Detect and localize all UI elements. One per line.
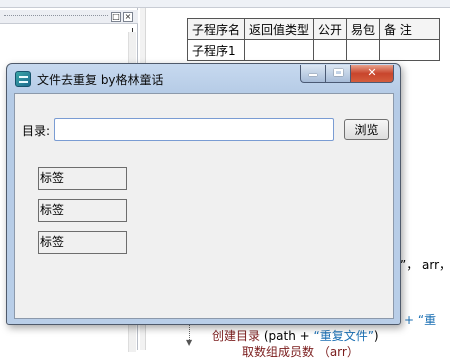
code-paren: ): [373, 329, 379, 343]
table-header: 易包: [346, 18, 381, 40]
minimize-icon: [309, 74, 317, 76]
app-icon: [15, 71, 31, 87]
dialog-title: 文件去重复 by格林童话: [37, 73, 164, 87]
table-cell[interactable]: [313, 39, 348, 61]
window-controls: ✕: [300, 65, 394, 83]
code-fragment: ”， arr，: [400, 258, 450, 272]
close-button[interactable]: ✕: [351, 65, 394, 83]
ide-toolbar: [0, 0, 450, 8]
code-string: “重复文件”: [313, 329, 374, 343]
table-cell[interactable]: [244, 39, 315, 61]
panel-grip: [4, 15, 108, 17]
code-line: 取数组成员数 （arr）: [242, 345, 359, 359]
arrow-down-icon: ▼: [186, 338, 193, 347]
code-args: (path +: [260, 329, 314, 343]
code-line: 创建目录 (path + “重复文件”): [212, 327, 379, 344]
tag-label-2: 标签: [38, 199, 127, 222]
table-header-row: 子程序名 返回值类型 公开 易包 备 注: [186, 18, 441, 40]
tag-label-3: 标签: [38, 231, 127, 254]
code-fragment: + “重: [404, 311, 436, 328]
code-function-name: 创建目录: [212, 329, 261, 343]
maximize-icon: [333, 69, 343, 76]
browse-button[interactable]: 浏览: [344, 119, 389, 140]
table-cell[interactable]: [346, 39, 381, 61]
table-header: 子程序名: [186, 18, 246, 40]
panel-close-button[interactable]: ×: [123, 12, 133, 22]
close-icon: ✕: [367, 66, 377, 79]
table-row[interactable]: 子程序1: [186, 39, 441, 61]
subroutine-table: 子程序名 返回值类型 公开 易包 备 注 子程序1: [186, 18, 441, 61]
tag-label-1: 标签: [38, 167, 127, 190]
table-cell[interactable]: 子程序1: [186, 39, 246, 61]
directory-label: 目录:: [22, 124, 51, 138]
table-header: 公开: [313, 18, 348, 40]
dialog-titlebar[interactable]: 文件去重复 by格林童话 ✕: [7, 64, 400, 92]
code-string: + “重: [404, 313, 437, 327]
minimize-button[interactable]: [300, 65, 326, 83]
directory-input[interactable]: [54, 118, 334, 141]
maximize-button[interactable]: [326, 65, 351, 83]
panel-restore-button[interactable]: □: [111, 12, 121, 22]
table-header: 返回值类型: [244, 18, 315, 40]
left-panel-titlebar: □ ×: [0, 10, 138, 24]
dialog-window: 文件去重复 by格林童话 ✕ 目录: 浏览 标签 标签 标签: [6, 63, 401, 325]
dialog-client-area: 目录: 浏览 标签 标签 标签: [14, 93, 394, 319]
table-cell[interactable]: [379, 39, 441, 61]
table-header: 备 注: [379, 18, 441, 40]
